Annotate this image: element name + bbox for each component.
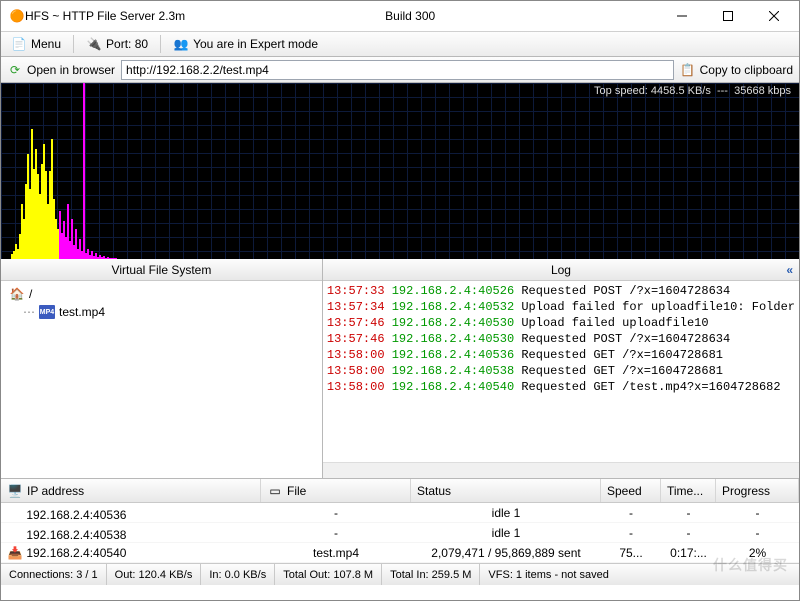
log-entry: 13:58:00 192.168.2.4:40538 Requested GET… — [327, 363, 795, 379]
connection-row[interactable]: 📥 192.168.2.4:40540test.mp42,079,471 / 9… — [1, 543, 799, 563]
monitor-icon: 🖥️ — [7, 483, 23, 499]
mp4-icon: MP4 — [39, 305, 55, 319]
app-icon: 🟠 — [9, 8, 25, 24]
log-entry: 13:57:34 192.168.2.4:40532 Upload failed… — [327, 299, 795, 315]
connection-row[interactable]: 192.168.2.4:40538-idle 1--- — [1, 523, 799, 543]
col-progress[interactable]: Progress — [716, 479, 799, 502]
tree-file[interactable]: ⋯MP4test.mp4 — [23, 303, 314, 321]
connections-header: 🖥️IP address ▭File Status Speed Time... … — [1, 479, 799, 503]
open-browser-button[interactable]: ⟳ Open in browser — [7, 62, 115, 78]
log-list[interactable]: 13:57:33 192.168.2.4:40526 Requested POS… — [323, 281, 799, 462]
connection-row[interactable]: 192.168.2.4:40536-idle 1--- — [1, 503, 799, 523]
file-icon: ▭ — [267, 483, 283, 499]
vfs-tree[interactable]: 🏠/ ⋯MP4test.mp4 — [1, 281, 322, 478]
log-entry: 13:58:00 192.168.2.4:40540 Requested GET… — [327, 379, 795, 395]
graph-bars — [11, 83, 191, 259]
separator — [160, 35, 161, 53]
log-header: Log« — [323, 259, 799, 281]
toolbar: 📄 Menu 🔌 Port: 80 👥 You are in Expert mode — [1, 31, 799, 57]
col-time[interactable]: Time... — [661, 479, 716, 502]
col-speed[interactable]: Speed — [601, 479, 661, 502]
graph-stats: Top speed: 4458.5 KB/s --- 35668 kbps — [594, 85, 791, 97]
log-pane: Log« 13:57:33 192.168.2.4:40526 Requeste… — [323, 259, 799, 478]
vfs-header: Virtual File System — [1, 259, 322, 281]
status-total-out: Total Out: 107.8 M — [275, 564, 382, 585]
copy-label: Copy to clipboard — [700, 63, 793, 77]
menu-button[interactable]: 📄 Menu — [7, 34, 65, 54]
title-bar: 🟠 HFS ~ HTTP File Server 2.3m Build 300 — [1, 1, 799, 31]
traffic-graph: Top speed: 4458.5 KB/s --- 35668 kbps — [1, 83, 799, 259]
close-button[interactable] — [751, 1, 797, 31]
col-status[interactable]: Status — [411, 479, 601, 502]
clipboard-icon: 📋 — [680, 62, 696, 78]
port-label: Port: 80 — [106, 37, 148, 51]
minimize-button[interactable] — [659, 1, 705, 31]
col-file[interactable]: ▭File — [261, 479, 411, 502]
log-entry: 13:57:46 192.168.2.4:40530 Requested POS… — [327, 331, 795, 347]
open-label: Open in browser — [27, 63, 115, 77]
separator — [73, 35, 74, 53]
port-icon: 🔌 — [86, 36, 102, 52]
conn-icon — [7, 503, 23, 519]
menu-icon: 📄 — [11, 36, 27, 52]
vfs-pane: Virtual File System 🏠/ ⋯MP4test.mp4 — [1, 259, 323, 478]
kbps: 35668 kbps — [734, 85, 791, 97]
conn-icon — [7, 523, 23, 539]
status-total-in: Total In: 259.5 M — [382, 564, 480, 585]
url-bar: ⟳ Open in browser 📋 Copy to clipboard — [1, 57, 799, 83]
url-input[interactable] — [121, 60, 674, 80]
collapse-button[interactable]: « — [786, 263, 793, 277]
maximize-button[interactable] — [705, 1, 751, 31]
status-bar: Connections: 3 / 1 Out: 120.4 KB/s In: 0… — [1, 563, 799, 585]
mode-button[interactable]: 👥 You are in Expert mode — [169, 34, 322, 54]
status-vfs: VFS: 1 items - not saved — [480, 564, 799, 585]
refresh-icon: ⟳ — [7, 62, 23, 78]
status-out: Out: 120.4 KB/s — [107, 564, 202, 585]
mode-label: You are in Expert mode — [193, 37, 318, 51]
home-icon: 🏠 — [9, 286, 25, 302]
connections-list: 192.168.2.4:40536-idle 1--- 192.168.2.4:… — [1, 503, 799, 563]
status-in: In: 0.0 KB/s — [201, 564, 275, 585]
menu-label: Menu — [31, 37, 61, 51]
col-ip[interactable]: 🖥️IP address — [1, 479, 261, 502]
build-label: Build 300 — [385, 9, 659, 23]
port-button[interactable]: 🔌 Port: 80 — [82, 34, 152, 54]
log-entry: 13:58:00 192.168.2.4:40536 Requested GET… — [327, 347, 795, 363]
scrollbar-horizontal[interactable] — [323, 462, 799, 478]
copy-clipboard-button[interactable]: 📋 Copy to clipboard — [680, 62, 793, 78]
log-entry: 13:57:33 192.168.2.4:40526 Requested POS… — [327, 283, 795, 299]
log-entry: 13:57:46 192.168.2.4:40530 Upload failed… — [327, 315, 795, 331]
conn-icon: 📥 — [7, 545, 23, 561]
window-title: HFS ~ HTTP File Server 2.3m — [25, 9, 185, 23]
expert-icon: 👥 — [173, 36, 189, 52]
tree-root[interactable]: 🏠/ — [9, 285, 314, 303]
top-speed: Top speed: 4458.5 KB/s — [594, 85, 711, 97]
status-connections: Connections: 3 / 1 — [1, 564, 107, 585]
